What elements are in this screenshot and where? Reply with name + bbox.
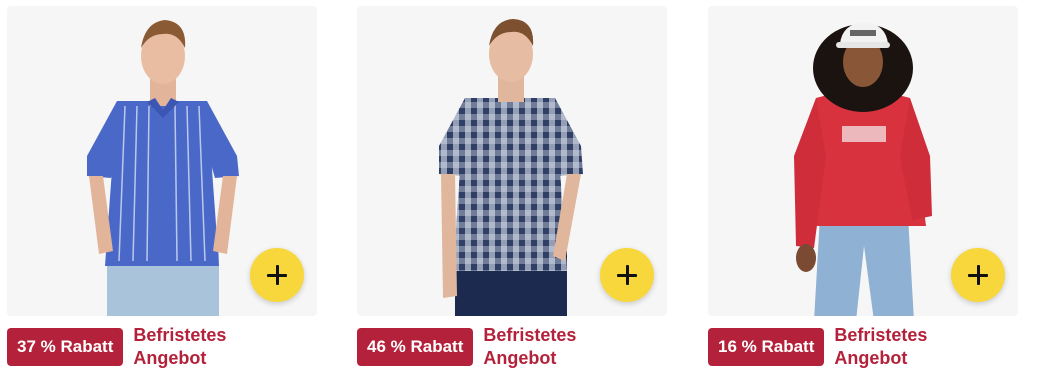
discount-badge: 46 % Rabatt xyxy=(357,328,474,366)
plus-icon xyxy=(968,265,988,285)
add-to-cart-button[interactable] xyxy=(250,248,304,302)
add-to-cart-button[interactable] xyxy=(951,248,1005,302)
product-grid: 37 % Rabatt Befristetes Angebot 46 % Rab… xyxy=(0,0,1038,376)
limited-offer-label: Befristetes Angebot xyxy=(133,325,227,368)
product-image[interactable] xyxy=(708,6,1018,316)
product-image[interactable] xyxy=(7,6,317,316)
limited-offer-label: Befristetes Angebot xyxy=(483,325,577,368)
limited-offer-label: Befristetes Angebot xyxy=(834,325,928,368)
product-meta: 16 % Rabatt Befristetes Angebot xyxy=(708,324,1018,370)
product-card[interactable]: 37 % Rabatt Befristetes Angebot xyxy=(7,6,317,370)
add-to-cart-button[interactable] xyxy=(600,248,654,302)
product-meta: 37 % Rabatt Befristetes Angebot xyxy=(7,324,317,370)
product-image[interactable] xyxy=(357,6,667,316)
product-card[interactable]: 16 % Rabatt Befristetes Angebot xyxy=(708,6,1018,370)
discount-badge: 37 % Rabatt xyxy=(7,328,124,366)
product-card[interactable]: 46 % Rabatt Befristetes Angebot xyxy=(357,6,667,370)
product-meta: 46 % Rabatt Befristetes Angebot xyxy=(357,324,667,370)
discount-badge: 16 % Rabatt xyxy=(708,328,825,366)
plus-icon xyxy=(617,265,637,285)
plus-icon xyxy=(267,265,287,285)
